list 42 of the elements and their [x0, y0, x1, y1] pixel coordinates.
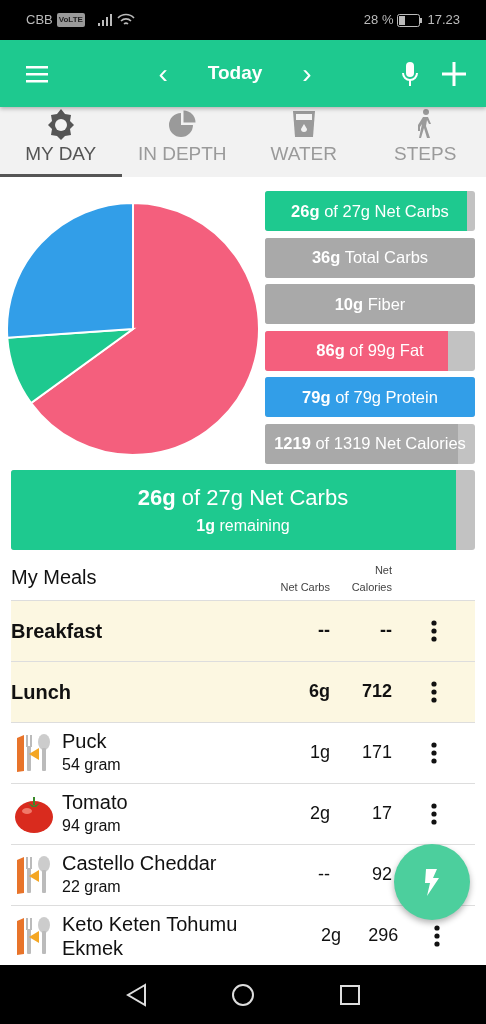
- goal-label: 26g of 27g Net Carbs: [137, 484, 349, 512]
- food-name: Castello Cheddar: [62, 850, 217, 875]
- macro-label: 10g Fiber: [333, 295, 407, 313]
- net-calories-value: --: [379, 619, 392, 642]
- food-amount: 22 gram: [62, 876, 122, 897]
- macro-label: 26g of 27g Net Carbs: [290, 202, 450, 220]
- food-row[interactable]: Tomato 94 gram 2g 17: [11, 783, 475, 845]
- section-title: My Meals: [11, 564, 98, 590]
- meal-name: Lunch: [11, 679, 71, 704]
- net-carbs-value: 6g: [308, 680, 330, 703]
- food-name: Tomato: [62, 789, 128, 814]
- net-carbs-value: 2g: [308, 802, 330, 825]
- net-carbs-value: 1g: [308, 741, 330, 764]
- food-name: Puck: [62, 728, 108, 753]
- network-badge: VoLTE: [56, 13, 85, 27]
- net-calories-value: 296: [367, 924, 399, 947]
- meal-name: Breakfast: [11, 618, 103, 643]
- battery-percent: 28 %: [363, 11, 394, 30]
- meal-row[interactable]: Lunch 6g 712: [11, 661, 475, 723]
- net-carbs-value: --: [317, 619, 330, 642]
- macro-label: 86g of 99g Fat: [315, 342, 425, 359]
- date-title: Today: [207, 61, 263, 86]
- remaining-label: 1g remaining: [196, 516, 290, 536]
- column-header: Net Calories: [350, 562, 392, 595]
- net-calories-value: 712: [360, 680, 392, 703]
- net-carbs-value: 2g: [320, 924, 342, 947]
- column-header: Net Carbs: [279, 579, 330, 595]
- food-row[interactable]: Puck 54 gram 1g 171: [11, 722, 475, 784]
- food-amount: 94 gram: [62, 815, 122, 836]
- net-carbs-value: --: [317, 863, 330, 886]
- food-name: Keto Keten Tohumu Ekmek: [62, 911, 239, 960]
- macro-label: 36g Total Carbs: [310, 249, 430, 266]
- clock-time: 17.23: [427, 11, 460, 30]
- macro-label: 1219 of 1319 Net Calories: [273, 435, 467, 452]
- food-amount: 54 gram: [62, 754, 121, 775]
- carrier-name: CBB: [26, 11, 53, 30]
- macro-label: 79g of 79g Protein: [301, 388, 439, 406]
- net-calories-value: 92: [370, 863, 392, 886]
- tab[interactable]: MY DAY: [0, 107, 122, 177]
- net-calories-value: 171: [360, 741, 392, 764]
- net-calories-value: 17: [370, 802, 392, 825]
- meal-row[interactable]: Breakfast -- --: [11, 600, 475, 662]
